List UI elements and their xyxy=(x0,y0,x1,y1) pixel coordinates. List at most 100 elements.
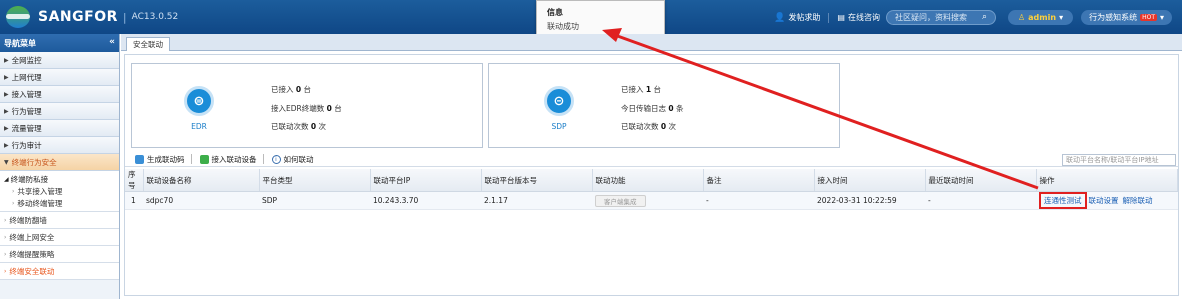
linkage-table: 序号 联动设备名称 平台类型 联动平台IP 联动平台版本号 联动功能 备注 接入… xyxy=(125,169,1178,210)
sidebar-item-label: 流量管理 xyxy=(11,123,42,133)
chevron-right-icon: ▶ xyxy=(4,107,9,115)
help-label: 发帖求助 xyxy=(788,13,821,22)
col-header[interactable]: 备注 xyxy=(703,169,815,192)
chat-icon: ▤ xyxy=(837,13,845,22)
col-header[interactable]: 最近联动时间 xyxy=(925,169,1037,192)
submenu-item-label: 共享接入管理 xyxy=(17,186,63,196)
stat-unit: 台 xyxy=(303,85,312,94)
stat-text: 已接入 xyxy=(621,85,644,94)
user-menu[interactable]: ♙ admin ▾ xyxy=(1007,10,1074,25)
help-button[interactable]: 👤 发帖求助 xyxy=(774,12,820,23)
linkage-settings-link[interactable]: 联动设置 xyxy=(1089,196,1119,205)
how-to-link-button[interactable]: i 如何联动 xyxy=(271,154,314,165)
chevron-right-icon: › xyxy=(12,187,15,195)
info-toast: 信息 联动成功 xyxy=(536,0,665,37)
toast-title: 信息 xyxy=(547,8,563,17)
community-search-input[interactable]: 社区疑问，资料搜索 ⌕ xyxy=(885,10,996,25)
system-label: 行为感知系统 xyxy=(1089,13,1138,22)
chevron-right-icon: ▶ xyxy=(4,141,9,149)
stat-unit: 次 xyxy=(668,122,677,131)
add-device-button[interactable]: 接入联动设备 xyxy=(199,154,257,165)
cell-last: - xyxy=(925,191,1036,210)
col-header[interactable]: 序号 xyxy=(125,169,144,192)
consult-label: 在线咨询 xyxy=(847,13,880,22)
tab-security-linkage[interactable]: 安全联动 xyxy=(126,37,170,51)
sidebar-item-access[interactable]: ▶ 接入管理 xyxy=(0,86,119,103)
submenu-item-label: 移动终端管理 xyxy=(17,198,63,208)
button-label: 生成联动码 xyxy=(147,154,185,164)
col-header[interactable]: 接入时间 xyxy=(814,169,926,192)
version-label: AC13.0.52 xyxy=(131,12,179,22)
system-switch[interactable]: 行为感知系统 HOT ▾ xyxy=(1081,10,1172,25)
content-area: ⊜ EDR 已接入 0 台 接入EDR终端数 0 台 已联动次数 0 次 ⊝ S… xyxy=(124,54,1179,296)
col-header[interactable]: 操作 xyxy=(1036,169,1178,192)
unlink-link[interactable]: 解除联动 xyxy=(1123,196,1153,205)
sidebar-item-proxy[interactable]: ▶ 上网代理 xyxy=(0,69,119,86)
sangfor-logo-icon xyxy=(6,6,30,28)
stat-unit: 台 xyxy=(653,85,662,94)
submenu-item-shared-access[interactable]: › 共享接入管理 xyxy=(0,185,119,197)
stat-unit: 次 xyxy=(318,122,327,131)
sidebar-item-monitor[interactable]: ▶ 全网监控 xyxy=(0,52,119,69)
cell-ip: 10.243.3.70 xyxy=(370,191,481,210)
user-help-icon: 👤 xyxy=(774,12,786,23)
sidebar-item-traffic[interactable]: ▶ 流量管理 xyxy=(0,120,119,137)
submenu-item-label: 终端防翻墙 xyxy=(9,215,47,225)
sidebar-item-label: 行为管理 xyxy=(11,106,42,116)
sidebar-item-label: 上网代理 xyxy=(11,72,42,82)
collapse-sidebar-button[interactable]: « xyxy=(109,37,115,47)
col-header[interactable]: 联动平台版本号 xyxy=(481,169,593,192)
sidebar-item-audit[interactable]: ▶ 行为审计 xyxy=(0,137,119,154)
submenu-item-reminder[interactable]: › 终端提醒策略 xyxy=(0,246,119,263)
submenu-item-mobile[interactable]: › 移动终端管理 xyxy=(0,197,119,209)
divider xyxy=(828,12,830,23)
connectivity-test-link[interactable]: 连通性测试 xyxy=(1039,192,1087,209)
col-header[interactable]: 平台类型 xyxy=(259,169,371,192)
stat-text: 已联动次数 xyxy=(621,122,659,131)
sidebar-item-label: 行为审计 xyxy=(11,140,42,150)
search-placeholder: 社区疑问，资料搜索 xyxy=(894,13,967,22)
chevron-right-icon: › xyxy=(4,216,7,224)
divider xyxy=(262,154,264,164)
submenu-group-title[interactable]: ◢ 终端防私接 xyxy=(0,174,119,185)
feature-badge: 客户端集成 xyxy=(595,194,646,207)
brand-separator: | xyxy=(122,10,127,24)
col-header[interactable]: 联动功能 xyxy=(592,169,704,192)
submenu-title-label: 终端防私接 xyxy=(10,175,49,184)
sidebar-item-label: 终端行为安全 xyxy=(11,157,57,167)
consult-button[interactable]: ▤ 在线咨询 xyxy=(837,12,880,23)
col-header[interactable]: 联动设备名称 xyxy=(143,169,260,192)
chevron-right-icon: ▶ xyxy=(4,124,9,132)
chevron-right-icon: › xyxy=(4,267,7,275)
table-row[interactable]: 1 sdpc70 SDP 10.243.3.70 2.1.17 客户端集成 - … xyxy=(125,191,1178,210)
button-label: 接入联动设备 xyxy=(211,154,257,164)
info-icon: i xyxy=(271,154,281,164)
cell-feature: 客户端集成 xyxy=(592,191,703,210)
generate-code-button[interactable]: 生成联动码 xyxy=(135,154,185,165)
sdp-stat-connected: 已接入 1 台 xyxy=(621,84,661,95)
search-icon[interactable]: ⌕ xyxy=(982,12,987,22)
submenu-item-security-linkage[interactable]: › 终端安全联动 xyxy=(0,263,119,280)
stat-text: 已接入 xyxy=(271,85,294,94)
chevron-right-icon: › xyxy=(12,199,15,207)
chevron-down-icon: ◢ xyxy=(4,176,9,183)
table-header-row: 序号 联动设备名称 平台类型 联动平台IP 联动平台版本号 联动功能 备注 接入… xyxy=(125,169,1178,192)
submenu-item-anti-vpn[interactable]: › 终端防翻墙 xyxy=(0,212,119,229)
chevron-right-icon: ▶ xyxy=(4,73,9,81)
col-header[interactable]: 联动平台IP xyxy=(370,169,482,192)
sdp-card: ⊝ SDP 已接入 1 台 今日传输日志 0 条 已联动次数 0 次 xyxy=(488,63,840,148)
sdp-icon: ⊝ xyxy=(544,86,574,116)
stat-value: 0 xyxy=(310,122,317,131)
sidebar-item-endpoint-security[interactable]: ▼ 终端行为安全 xyxy=(0,154,119,171)
header-actions: 👤 发帖求助 ▤ 在线咨询 社区疑问，资料搜索 ⌕ ♙ admin ▾ 行为感知… xyxy=(766,10,1172,25)
user-avatar-icon: ♙ xyxy=(1017,13,1026,22)
cell-time: 2022-03-31 10:22:59 xyxy=(814,191,925,210)
cell-name: sdpc70 xyxy=(143,191,259,210)
button-label: 如何联动 xyxy=(283,154,314,164)
submenu-item-web-security[interactable]: › 终端上网安全 xyxy=(0,229,119,246)
sidebar-item-behavior[interactable]: ▶ 行为管理 xyxy=(0,103,119,120)
platform-search-input[interactable]: 联动平台名称/联动平台IP地址 xyxy=(1062,154,1176,166)
sidebar-header: 导航菜单 « xyxy=(0,34,119,52)
cell-version: 2.1.17 xyxy=(481,191,592,210)
edr-label: EDR xyxy=(191,122,207,131)
